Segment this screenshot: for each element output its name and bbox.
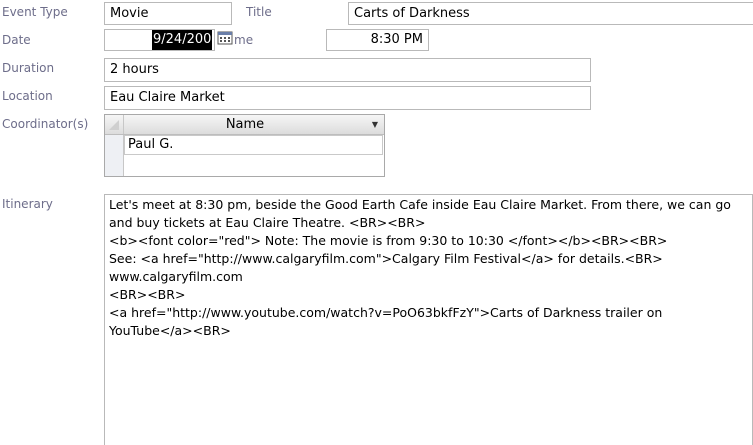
- itinerary-label: Itinerary: [2, 197, 53, 211]
- event-type-field[interactable]: Movie: [104, 2, 232, 25]
- select-all-corner[interactable]: [105, 115, 124, 134]
- date-label: Date: [2, 33, 31, 47]
- time-field[interactable]: 8:30 PM: [326, 29, 429, 51]
- title-field[interactable]: Carts of Darkness: [348, 2, 753, 25]
- itinerary-line: www.calgaryfilm.com: [109, 269, 243, 284]
- date-value-selected[interactable]: 9/24/2008: [152, 30, 212, 50]
- itinerary-line: <BR><BR>: [109, 287, 186, 302]
- duration-field[interactable]: 2 hours: [104, 58, 591, 82]
- name-column-header[interactable]: Name: [125, 115, 365, 134]
- itinerary-line: <a href="http://www.youtube.com/watch?v=…: [109, 305, 663, 320]
- itinerary-line: YouTube</a><BR>: [109, 323, 231, 338]
- itinerary-line: and buy tickets at Eau Claire Theatre. <…: [109, 215, 426, 230]
- event-type-label: Event Type: [2, 5, 68, 19]
- subform-header: Name ▼: [105, 115, 384, 135]
- itinerary-memo-field[interactable]: Let's meet at 8:30 pm, beside the Good E…: [104, 194, 753, 445]
- title-label: Title: [246, 5, 272, 19]
- calendar-icon[interactable]: [217, 30, 233, 46]
- location-label: Location: [2, 89, 53, 103]
- itinerary-line: See: <a href="http://www.calgaryfilm.com…: [109, 251, 663, 266]
- time-label: me: [234, 33, 254, 47]
- record-selector[interactable]: [105, 135, 124, 176]
- itinerary-line: Let's meet at 8:30 pm, beside the Good E…: [109, 197, 731, 212]
- itinerary-line: <b><font color="red"> Note: The movie is…: [109, 233, 668, 248]
- coordinator-name-cell[interactable]: Paul G.: [124, 135, 383, 155]
- coordinators-label: Coordinator(s): [2, 117, 89, 131]
- coordinators-subform[interactable]: Name ▼ Paul G.: [104, 114, 385, 177]
- corner-triangle-icon: [109, 120, 119, 130]
- location-field[interactable]: Eau Claire Market: [104, 86, 591, 110]
- chevron-down-icon[interactable]: ▼: [367, 115, 383, 134]
- duration-label: Duration: [2, 61, 55, 75]
